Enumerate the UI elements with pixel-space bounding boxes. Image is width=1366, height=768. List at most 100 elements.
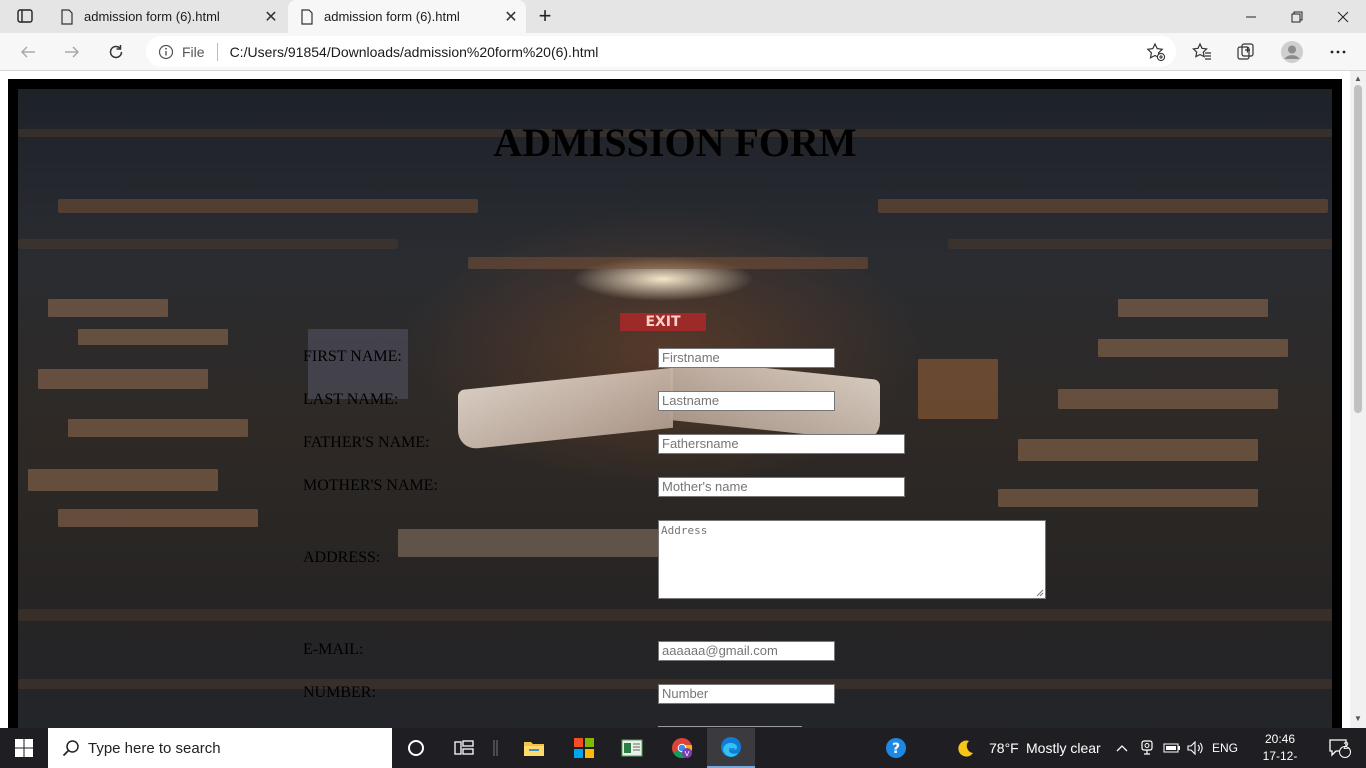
chrome-button[interactable]: V [658, 728, 706, 768]
father-name-input[interactable]: Fathersname [658, 434, 905, 454]
email-input[interactable]: aaaaaa@gmail.com [658, 641, 835, 661]
volume-icon [1187, 741, 1203, 755]
weather-condition[interactable]: Mostly clear [1026, 728, 1101, 768]
first-name-label: FIRST NAME: [303, 348, 402, 365]
address-bar[interactable]: File C:/Users/91854/Downloads/admission%… [146, 36, 1176, 67]
task-view-icon [454, 740, 474, 755]
battery-button[interactable] [1160, 728, 1184, 768]
resize-grip-icon[interactable] [1036, 589, 1044, 597]
clock-date: 17-12-2021 [1262, 749, 1298, 768]
scheme-label: File [182, 43, 205, 60]
search-icon [62, 740, 79, 757]
tab-2[interactable]: admission form (6).html ✕ [288, 0, 526, 33]
forward-arrow-icon [65, 46, 80, 58]
close-window-button[interactable] [1320, 0, 1366, 33]
close-icon [1337, 11, 1349, 22]
separator-icon [493, 740, 498, 756]
svg-text:?: ? [892, 741, 900, 757]
tab-close-icon[interactable]: ✕ [256, 7, 286, 27]
browser-toolbar: File C:/Users/91854/Downloads/admission%… [0, 33, 1366, 71]
windows-logo-icon [15, 739, 33, 757]
mother-name-input[interactable]: Mother's name [658, 477, 905, 497]
last-name-input[interactable]: Lastname [658, 391, 835, 411]
favorites-icon [1192, 42, 1211, 60]
notification-count-badge: 2 [1343, 741, 1349, 752]
avatar [1281, 41, 1303, 63]
tab-title: admission form (6).html [84, 9, 220, 24]
open-book-left-page [458, 367, 673, 451]
clock-time: 20:46 [1264, 732, 1296, 746]
number-input[interactable]: Number [658, 684, 835, 704]
taskbar-search[interactable]: Type here to search [48, 728, 392, 768]
weather-widget-icon[interactable] [945, 728, 985, 768]
file-explorer-button[interactable] [510, 728, 558, 768]
store-icon [574, 738, 594, 758]
input-language[interactable]: ENG [1212, 728, 1238, 768]
more-options-icon [1330, 50, 1346, 54]
page-viewport: EXIT ADMISSION FORM FIRST NAME: Firstnam… [0, 71, 1350, 728]
microsoft-store-button[interactable] [560, 728, 608, 768]
battery-icon [1163, 743, 1180, 753]
email-label: E-MAIL: [303, 641, 364, 658]
favorites-button[interactable] [1186, 37, 1218, 67]
add-favorite-icon[interactable] [1146, 42, 1166, 62]
chevron-up-icon [1116, 745, 1128, 752]
cortana-icon [408, 740, 424, 756]
back-button[interactable] [12, 37, 44, 67]
address-divider [216, 42, 218, 61]
edge-icon [721, 737, 741, 757]
forward-button[interactable] [56, 37, 88, 67]
minimize-button[interactable] [1228, 0, 1274, 33]
moon-icon [958, 740, 973, 757]
scroll-up-icon[interactable]: ▲ [1354, 75, 1362, 83]
tab-close-icon[interactable]: ✕ [496, 7, 526, 27]
first-name-input[interactable]: Firstname [658, 348, 835, 368]
clock[interactable]: 20:46 17-12-2021 [1252, 731, 1308, 768]
app-window-icon [621, 739, 643, 757]
back-arrow-icon [20, 46, 35, 58]
mother-name-label: MOTHER'S NAME: [303, 477, 438, 494]
show-hidden-icons-button[interactable] [1110, 728, 1134, 768]
collections-icon [1237, 43, 1254, 60]
folder-icon [524, 742, 544, 756]
document-icon [301, 8, 313, 25]
volume-button[interactable] [1184, 728, 1208, 768]
scroll-down-icon[interactable]: ▼ [1354, 715, 1362, 723]
vertical-scrollbar[interactable]: ▲ ▼ [1350, 71, 1366, 728]
tab-strip: admission form (6).html ✕ admission form… [0, 0, 1366, 33]
page-title: ADMISSION FORM [493, 120, 857, 165]
app-window-button[interactable] [608, 728, 656, 768]
edge-button[interactable] [707, 728, 755, 768]
address-textarea[interactable]: Address [658, 520, 1046, 599]
cortana-button[interactable] [392, 728, 440, 768]
help-button[interactable]: ? [872, 728, 920, 768]
search-placeholder: Type here to search [88, 739, 221, 757]
notification-center-button[interactable]: 2 [1318, 728, 1362, 768]
address-url[interactable]: C:/Users/91854/Downloads/admission%20for… [230, 44, 599, 60]
tab-1[interactable]: admission form (6).html ✕ [48, 0, 286, 33]
address-placeholder: Address [661, 524, 708, 537]
collections-button[interactable] [1230, 37, 1262, 67]
windows-taskbar: Type here to search V ? 78°F Mostly clea… [0, 728, 1366, 768]
weather-temperature[interactable]: 78°F [989, 728, 1019, 768]
scrollbar-thumb[interactable] [1354, 85, 1362, 413]
info-icon[interactable] [158, 44, 174, 60]
address-label: ADDRESS: [303, 549, 381, 566]
tab-title: admission form (6).html [324, 9, 460, 24]
last-name-label: LAST NAME: [303, 391, 399, 408]
refresh-button[interactable] [100, 37, 132, 67]
help-icon: ? [886, 738, 906, 758]
new-tab-button[interactable]: + [532, 4, 558, 30]
settings-menu-button[interactable] [1322, 37, 1354, 67]
chrome-icon: V [672, 738, 693, 759]
exit-sign: EXIT [620, 313, 706, 331]
svg-text:V: V [685, 750, 690, 758]
profile-button[interactable] [1276, 37, 1308, 67]
tab-actions-button[interactable] [8, 5, 42, 27]
restore-button[interactable] [1274, 0, 1320, 33]
meet-now-button[interactable] [1136, 728, 1158, 768]
start-button[interactable] [0, 728, 48, 768]
number-label: NUMBER: [303, 684, 376, 701]
tab-actions-icon [17, 9, 33, 23]
document-icon [61, 8, 73, 25]
